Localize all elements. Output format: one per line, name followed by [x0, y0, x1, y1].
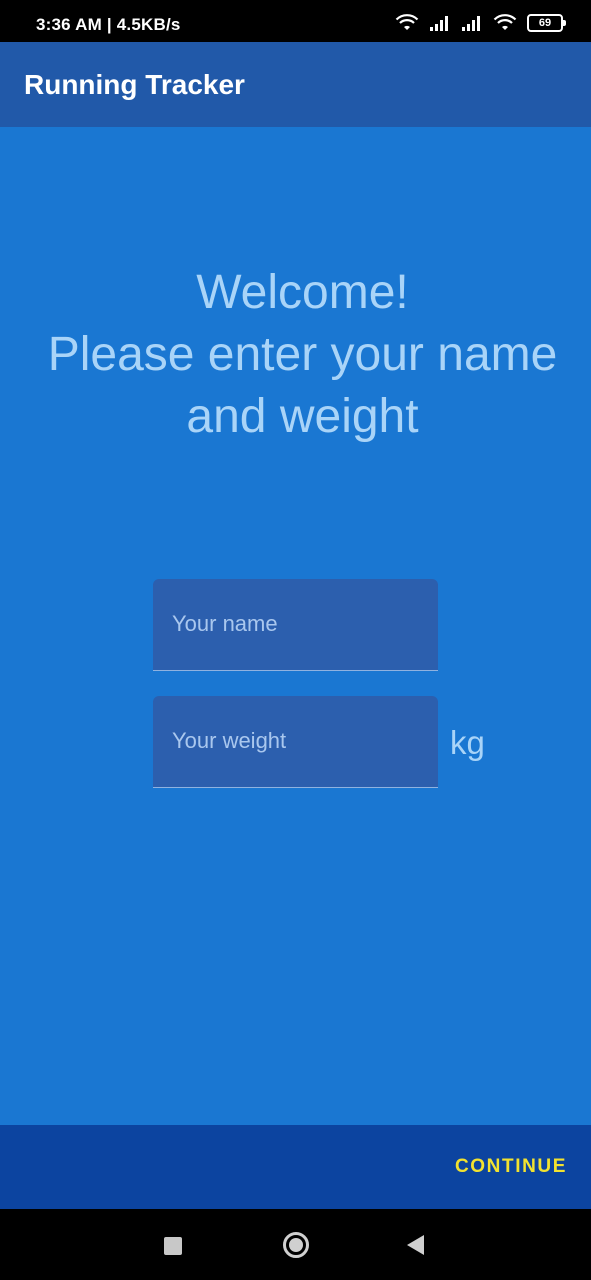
status-time: 3:36 AM | 4.5KB/s — [36, 15, 181, 34]
recent-apps-icon[interactable] — [164, 1237, 182, 1255]
weight-input[interactable] — [153, 696, 438, 787]
continue-button[interactable]: CONTINUE — [455, 1156, 567, 1178]
welcome-line-2: Please enter your name — [47, 328, 558, 381]
status-bar: 3:36 AM | 4.5KB/s 69 — [0, 0, 591, 42]
main-content: Welcome! Please enter your name and weig… — [0, 127, 591, 1125]
status-icons: 69 — [395, 14, 566, 32]
system-nav-bar — [0, 1209, 591, 1280]
battery-icon: 69 — [527, 14, 566, 32]
battery-level: 69 — [538, 17, 552, 29]
wifi-icon — [395, 14, 419, 30]
weight-field-container — [153, 696, 438, 788]
signal-icon — [462, 16, 480, 31]
welcome-line-3: and weight — [186, 390, 419, 443]
app-bar: Running Tracker — [0, 42, 591, 127]
name-field-container — [153, 579, 438, 671]
back-icon[interactable] — [407, 1235, 424, 1255]
welcome-message: Welcome! Please enter your name and weig… — [0, 262, 591, 448]
wifi-icon — [493, 14, 517, 30]
home-icon[interactable] — [283, 1232, 309, 1258]
weight-unit-label: kg — [450, 724, 485, 761]
signal-icon — [430, 16, 448, 31]
app-title: Running Tracker — [24, 69, 245, 100]
name-input[interactable] — [153, 579, 438, 670]
bottom-bar: CONTINUE — [0, 1125, 591, 1209]
welcome-line-1: Welcome! — [196, 266, 409, 319]
